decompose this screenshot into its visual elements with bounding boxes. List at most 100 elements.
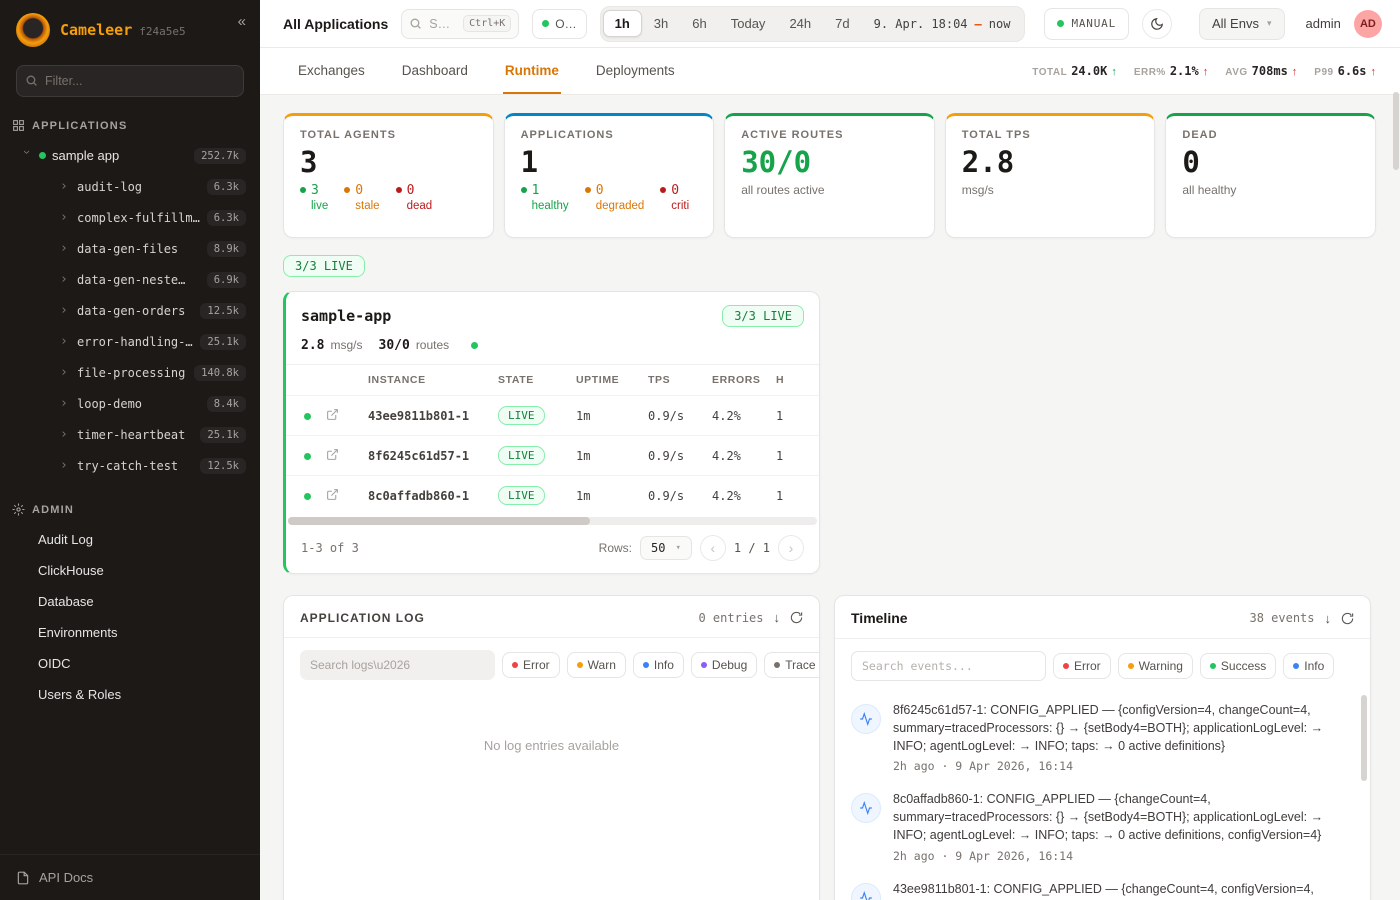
chevron-right-icon[interactable]: › bbox=[60, 304, 71, 317]
filter-chip-error[interactable]: Error bbox=[502, 652, 560, 678]
range-24h-button[interactable]: 24h bbox=[777, 10, 823, 37]
global-search[interactable]: S… Ctrl+K bbox=[401, 9, 519, 39]
range-3h-button[interactable]: 3h bbox=[642, 10, 680, 37]
sidebar-item-users-roles[interactable]: Users & Roles bbox=[0, 679, 260, 710]
chevron-right-icon[interactable]: › bbox=[60, 180, 71, 193]
filter-chip-warn[interactable]: Warn bbox=[567, 652, 626, 678]
sidebar-item-audit-log[interactable]: › audit-log 6.3k bbox=[0, 171, 260, 202]
breakdown-value: 1 bbox=[532, 183, 569, 199]
sidebar-item-data-gen-files[interactable]: › data-gen-files 8.9k bbox=[0, 233, 260, 264]
sidebar-item-timer-heartbeat[interactable]: › timer-heartbeat 25.1k bbox=[0, 419, 260, 450]
chevron-right-icon[interactable]: › bbox=[60, 397, 71, 410]
timeline-search-input[interactable] bbox=[851, 651, 1046, 681]
external-link-icon[interactable] bbox=[326, 488, 339, 501]
env-select[interactable]: All Envs ▾ bbox=[1199, 8, 1285, 40]
sidebar-item-error-handling[interactable]: › error-handling-… 25.1k bbox=[0, 326, 260, 357]
download-icon[interactable]: ↓ bbox=[774, 610, 781, 625]
table-row[interactable]: 8f6245c61d57-1 LIVE 1m 0.9/s 4.2% 1 bbox=[286, 436, 819, 476]
table-row[interactable]: 8c0affadb860-1 LIVE 1m 0.9/s 4.2% 1 bbox=[286, 476, 819, 516]
card-subtitle: msg/s bbox=[962, 183, 1139, 197]
chip-label: Warn bbox=[588, 658, 616, 672]
range-today-button[interactable]: Today bbox=[719, 10, 778, 37]
chevron-right-icon[interactable]: › bbox=[60, 459, 71, 472]
external-link-icon[interactable] bbox=[326, 408, 339, 421]
sidebar-item-clickhouse[interactable]: ClickHouse bbox=[0, 555, 260, 586]
status-dot bbox=[300, 187, 306, 193]
sidebar-item-data-gen-nested[interactable]: › data-gen-neste… 6.9k bbox=[0, 264, 260, 295]
log-search-input[interactable] bbox=[300, 650, 495, 680]
sidebar-item-try-catch-test[interactable]: › try-catch-test 12.5k bbox=[0, 450, 260, 481]
breakdown-live: 3 live bbox=[300, 183, 328, 214]
count-badge: 6.9k bbox=[207, 272, 246, 288]
download-icon[interactable]: ↓ bbox=[1325, 611, 1332, 626]
chevron-right-icon[interactable]: › bbox=[60, 366, 71, 379]
chevron-right-icon[interactable]: › bbox=[60, 273, 71, 286]
external-link-icon[interactable] bbox=[326, 448, 339, 461]
prev-page-button[interactable]: ‹ bbox=[700, 535, 726, 561]
timeline-event[interactable]: 43ee9811b801-1: CONFIG_APPLIED — {change… bbox=[851, 872, 1352, 900]
chevron-right-icon[interactable]: › bbox=[60, 335, 71, 348]
table-row[interactable]: 43ee9811b801-1 LIVE 1m 0.9/s 4.2% 1 bbox=[286, 396, 819, 436]
filter-chip-debug[interactable]: Debug bbox=[691, 652, 757, 678]
tab-runtime[interactable]: Runtime bbox=[503, 48, 561, 94]
sidebar-item-data-gen-orders[interactable]: › data-gen-orders 12.5k bbox=[0, 295, 260, 326]
stat-label: AVG bbox=[1225, 67, 1247, 78]
timeline-scrollbar[interactable] bbox=[1361, 695, 1367, 781]
filter-chip-warning[interactable]: Warning bbox=[1118, 653, 1193, 679]
global-search-text: S… bbox=[429, 17, 450, 31]
range-6h-button[interactable]: 6h bbox=[680, 10, 718, 37]
rows-per-page-select[interactable]: 50 ▾ bbox=[640, 536, 692, 560]
sidebar-item-api-docs[interactable]: API Docs bbox=[0, 854, 260, 900]
tab-deployments[interactable]: Deployments bbox=[594, 48, 677, 94]
tps-cell: 0.9/s bbox=[644, 476, 708, 516]
chevron-right-icon[interactable]: › bbox=[60, 211, 71, 224]
next-page-button[interactable]: › bbox=[778, 535, 804, 561]
live-badge: 3/3 LIVE bbox=[722, 305, 804, 327]
filter-chip-info[interactable]: Info bbox=[633, 652, 684, 678]
horizontal-scrollbar[interactable] bbox=[288, 517, 817, 525]
app-metrics: 2.8 msg/s 30/0 routes bbox=[286, 336, 819, 365]
filter-chip-error[interactable]: Error bbox=[1053, 653, 1111, 679]
theme-toggle-button[interactable] bbox=[1142, 9, 1172, 39]
sidebar-item-file-processing[interactable]: › file-processing 140.8k bbox=[0, 357, 260, 388]
range-7d-button[interactable]: 7d bbox=[823, 10, 861, 37]
date-range[interactable]: 9. Apr. 18:04 — now bbox=[862, 17, 1023, 31]
chevron-right-icon[interactable]: › bbox=[60, 242, 71, 255]
status-dot bbox=[660, 187, 666, 193]
sidebar-item-complex-fulfillment[interactable]: › complex-fulfillm… 6.3k bbox=[0, 202, 260, 233]
document-icon bbox=[16, 871, 30, 885]
sidebar-nav: APPLICATIONS › sample app 252.7k › audit… bbox=[0, 111, 260, 854]
sidebar-item-loop-demo[interactable]: › loop-demo 8.4k bbox=[0, 388, 260, 419]
sidebar-item-sample-app[interactable]: › sample app 252.7k bbox=[0, 140, 260, 171]
count-badge: 252.7k bbox=[194, 148, 246, 164]
scrollbar-thumb[interactable] bbox=[288, 517, 590, 525]
tab-exchanges[interactable]: Exchanges bbox=[296, 48, 367, 94]
brand: Cameleer f24a5e5 bbox=[60, 21, 228, 39]
sidebar-item-database[interactable]: Database bbox=[0, 586, 260, 617]
sidebar-item-audit-log-admin[interactable]: Audit Log bbox=[0, 524, 260, 555]
admin-section-label: ADMIN bbox=[32, 504, 74, 516]
timeline-event[interactable]: 8c0affadb860-1: CONFIG_APPLIED — {change… bbox=[851, 782, 1352, 871]
sidebar-item-environments[interactable]: Environments bbox=[0, 617, 260, 648]
filter-chip-success[interactable]: Success bbox=[1200, 653, 1276, 679]
vertical-scrollbar[interactable] bbox=[1393, 92, 1399, 170]
refresh-icon[interactable] bbox=[790, 611, 803, 624]
sidebar-item-oidc[interactable]: OIDC bbox=[0, 648, 260, 679]
online-status-pill[interactable]: O… bbox=[532, 9, 586, 39]
timeline-event[interactable]: 8f6245c61d57-1: CONFIG_APPLIED — {config… bbox=[851, 693, 1352, 782]
breakdown-value: 0 bbox=[407, 183, 433, 199]
filter-chip-info[interactable]: Info bbox=[1283, 653, 1334, 679]
date-from: 9. Apr. 18:04 bbox=[874, 17, 968, 31]
range-1h-button[interactable]: 1h bbox=[603, 10, 642, 37]
manual-refresh-button[interactable]: MANUAL bbox=[1044, 8, 1129, 40]
refresh-icon[interactable] bbox=[1341, 612, 1354, 625]
chevron-down-icon[interactable]: › bbox=[21, 150, 34, 161]
tab-dashboard[interactable]: Dashboard bbox=[400, 48, 470, 94]
filter-chip-trace[interactable]: Trace bbox=[764, 652, 820, 678]
chevron-right-icon[interactable]: › bbox=[60, 428, 71, 441]
sidebar-collapse-button[interactable]: « bbox=[238, 13, 246, 30]
admin-section-header: ADMIN bbox=[0, 495, 260, 524]
sidebar-filter-input[interactable] bbox=[16, 65, 244, 97]
avatar[interactable]: AD bbox=[1354, 10, 1382, 38]
online-dot bbox=[542, 20, 549, 27]
